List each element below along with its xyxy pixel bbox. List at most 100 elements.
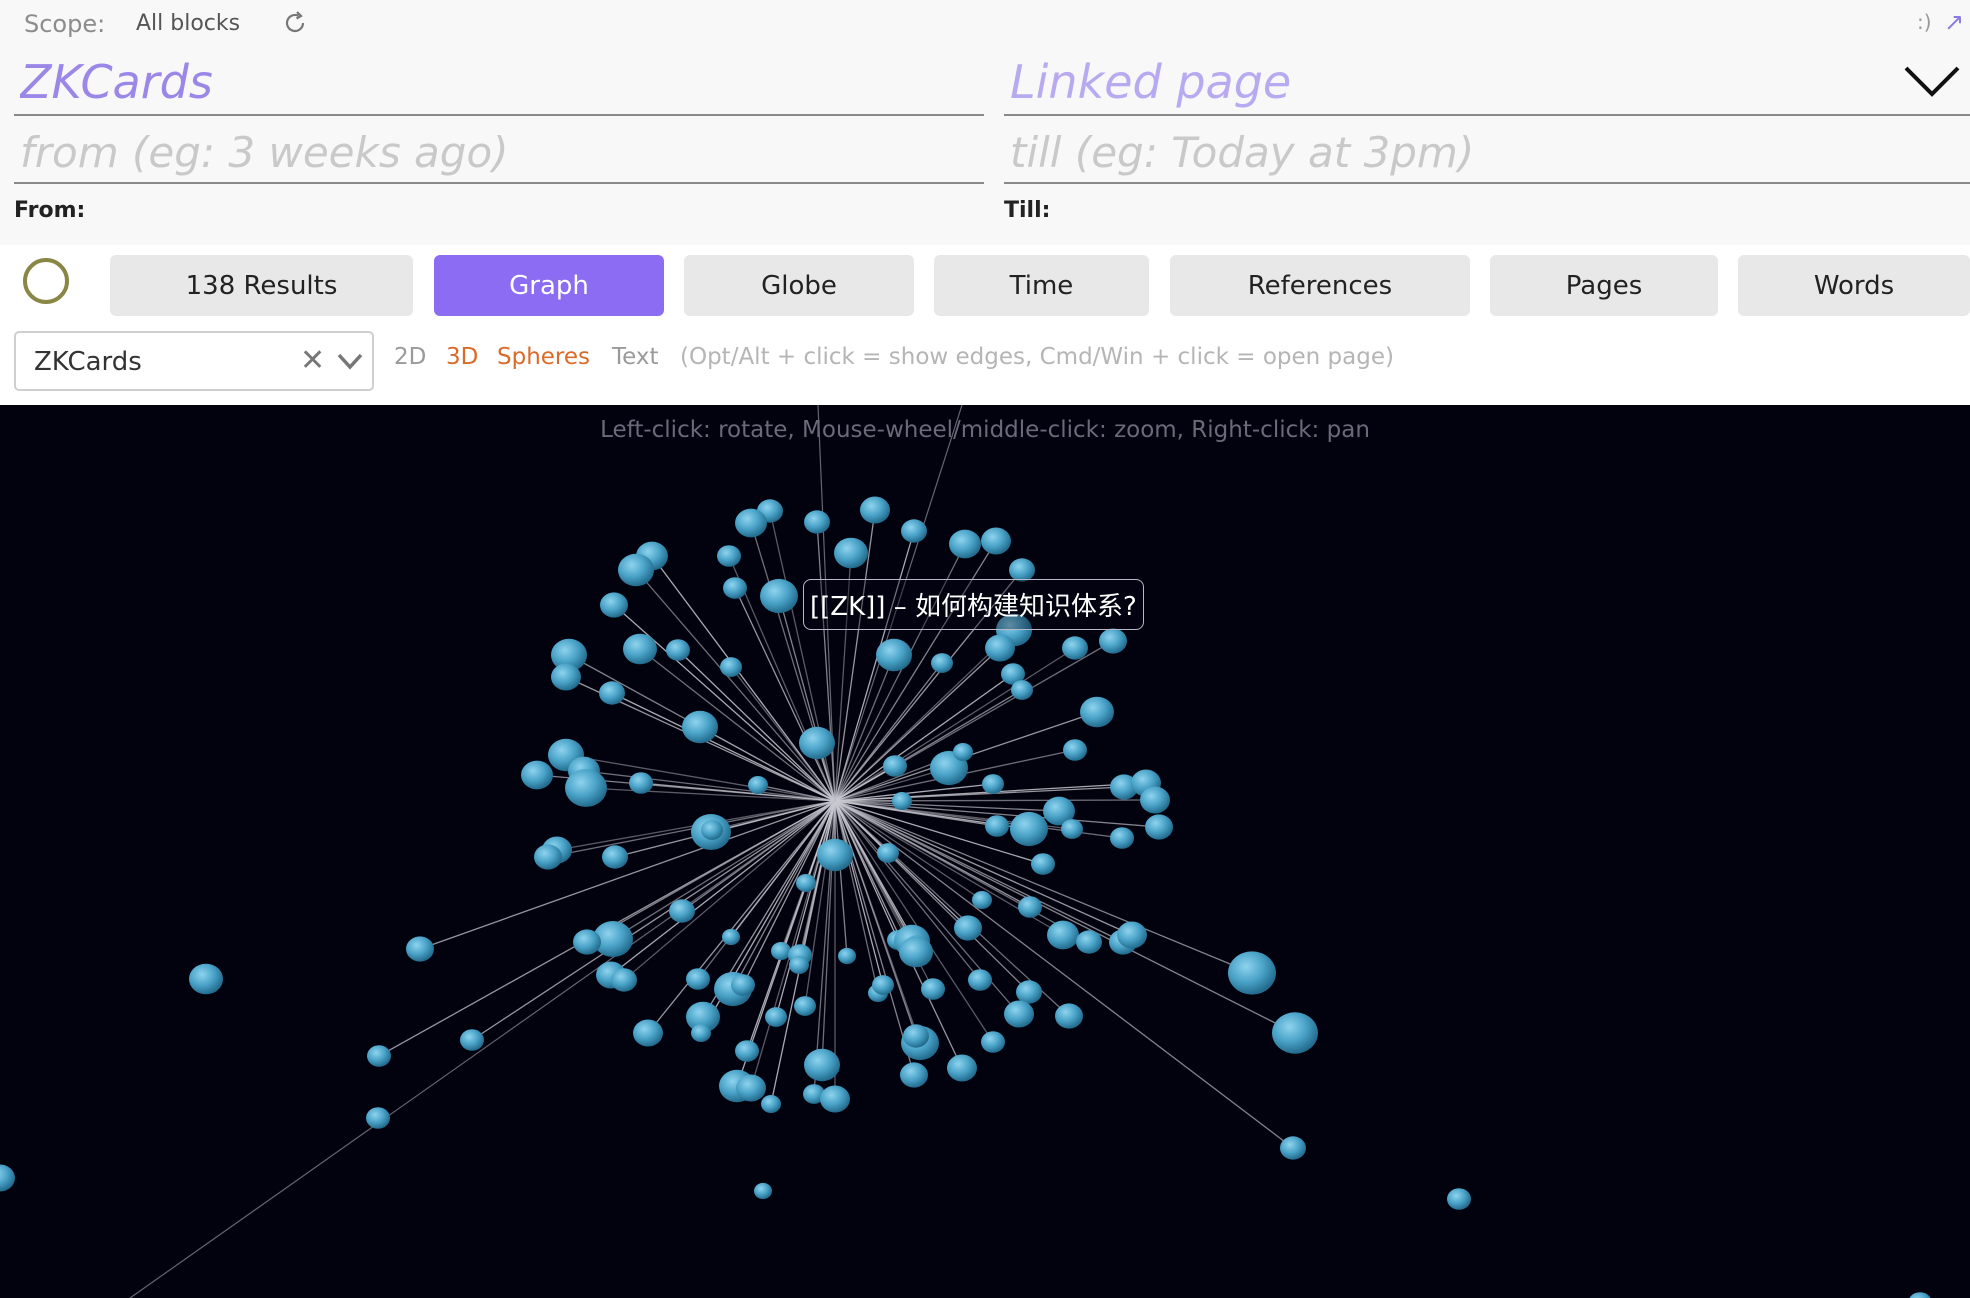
graph-node[interactable] <box>1908 1292 1932 1298</box>
graph-node[interactable] <box>921 978 945 1000</box>
graph-node[interactable] <box>1047 920 1079 950</box>
tab-globe[interactable]: Globe <box>684 255 914 316</box>
scope-selector[interactable]: All blocks <box>136 11 240 36</box>
tab-pages[interactable]: Pages <box>1490 255 1718 316</box>
graph-node[interactable] <box>1080 696 1114 728</box>
graph-node[interactable] <box>748 776 768 794</box>
graph-node[interactable] <box>982 774 1004 794</box>
graph-node[interactable] <box>1140 786 1170 814</box>
graph-node[interactable] <box>789 956 809 974</box>
graph-node[interactable] <box>838 947 856 965</box>
graph-node[interactable] <box>735 1040 759 1062</box>
graph-node[interactable] <box>834 537 868 569</box>
graph-node[interactable] <box>565 769 607 807</box>
graph-node[interactable] <box>1110 827 1134 849</box>
graph-node[interactable] <box>1063 739 1087 761</box>
graph-node[interactable] <box>949 529 981 559</box>
graph-node[interactable] <box>754 1182 772 1200</box>
graph-node[interactable] <box>611 968 637 992</box>
graph-node[interactable] <box>765 1007 787 1027</box>
graph-node[interactable] <box>761 1095 781 1113</box>
graph-node[interactable] <box>701 820 723 840</box>
graph-node[interactable] <box>735 508 767 538</box>
refresh-icon[interactable] <box>280 8 310 38</box>
graph-node[interactable] <box>1010 811 1048 847</box>
graph-node[interactable] <box>820 1085 850 1113</box>
graph-node[interactable] <box>903 1024 929 1048</box>
graph-node[interactable] <box>796 874 816 892</box>
tab-graph[interactable]: Graph <box>434 255 664 316</box>
graph-node[interactable] <box>771 942 791 960</box>
graph-node[interactable] <box>877 843 899 863</box>
graph-node[interactable] <box>872 975 894 995</box>
graph-node[interactable] <box>666 639 690 661</box>
graph-node[interactable] <box>794 996 816 1016</box>
graph-node[interactable] <box>600 592 628 618</box>
graph-node[interactable] <box>1055 1003 1083 1029</box>
graph-node[interactable] <box>1004 1000 1034 1028</box>
graph-node[interactable] <box>804 1048 840 1082</box>
graph-svg[interactable] <box>0 405 1970 1298</box>
option-spheres[interactable]: Spheres <box>497 344 590 370</box>
chevron-down-icon[interactable] <box>1902 62 1962 100</box>
option-3d[interactable]: 3D <box>446 344 478 370</box>
graph-node[interactable] <box>953 743 973 761</box>
graph-node[interactable] <box>804 510 830 534</box>
tab-words[interactable]: Words <box>1738 255 1970 316</box>
graph-node[interactable] <box>367 1045 391 1067</box>
option-2d[interactable]: 2D <box>394 344 426 370</box>
option-text[interactable]: Text <box>612 344 659 370</box>
graph-node[interactable] <box>189 963 223 995</box>
graph-node[interactable] <box>817 838 853 872</box>
graph-node[interactable] <box>599 681 625 705</box>
graph-node[interactable] <box>602 845 628 869</box>
graph-node[interactable] <box>629 772 653 794</box>
graph-node[interactable] <box>0 1164 15 1192</box>
page-select[interactable]: ZKCards ✕ <box>14 331 374 391</box>
graph-node[interactable] <box>900 1062 928 1088</box>
graph-node[interactable] <box>1228 951 1276 995</box>
graph-node[interactable] <box>618 553 654 587</box>
graph-node[interactable] <box>1280 1136 1306 1160</box>
from-date-input[interactable] <box>14 122 984 184</box>
graph-node[interactable] <box>981 527 1011 555</box>
graph-node[interactable] <box>731 974 755 996</box>
graph-node[interactable] <box>860 496 890 524</box>
external-link-icon[interactable]: ↗ <box>1944 8 1964 36</box>
graph-node[interactable] <box>954 915 982 941</box>
graph-node[interactable] <box>892 792 912 810</box>
graph-node[interactable] <box>799 726 835 760</box>
graph-node[interactable] <box>633 1019 663 1047</box>
graph-canvas[interactable]: Left-click: rotate, Mouse-wheel/middle-c… <box>0 405 1970 1298</box>
graph-node[interactable] <box>876 638 912 672</box>
graph-node[interactable] <box>1031 853 1055 875</box>
graph-node[interactable] <box>521 760 553 790</box>
graph-node[interactable] <box>899 936 933 968</box>
clear-icon[interactable]: ✕ <box>300 343 325 378</box>
graph-node[interactable] <box>760 578 798 614</box>
graph-node[interactable] <box>1447 1188 1471 1210</box>
graph-node[interactable] <box>686 968 710 990</box>
graph-node[interactable] <box>1018 896 1042 918</box>
graph-node[interactable] <box>985 815 1009 837</box>
graph-node[interactable] <box>1117 921 1147 949</box>
tab-results[interactable]: 138 Results <box>110 255 413 316</box>
graph-node[interactable] <box>623 633 657 665</box>
tab-time[interactable]: Time <box>934 255 1149 316</box>
graph-node[interactable] <box>723 577 747 599</box>
select-chevron-icon[interactable] <box>336 347 364 375</box>
graph-node[interactable] <box>366 1107 390 1129</box>
graph-node[interactable] <box>931 653 953 673</box>
graph-node[interactable] <box>722 928 740 946</box>
graph-node[interactable] <box>1272 1012 1318 1054</box>
graph-node[interactable] <box>1145 814 1173 840</box>
page-title-input[interactable] <box>14 50 984 116</box>
graph-node[interactable] <box>883 755 907 777</box>
graph-node[interactable] <box>1062 636 1088 660</box>
graph-node[interactable] <box>406 936 434 962</box>
graph-node[interactable] <box>972 891 992 909</box>
graph-node[interactable] <box>1011 680 1033 700</box>
graph-node[interactable] <box>981 1031 1005 1053</box>
graph-node[interactable] <box>901 519 927 543</box>
graph-node[interactable] <box>1076 930 1102 954</box>
